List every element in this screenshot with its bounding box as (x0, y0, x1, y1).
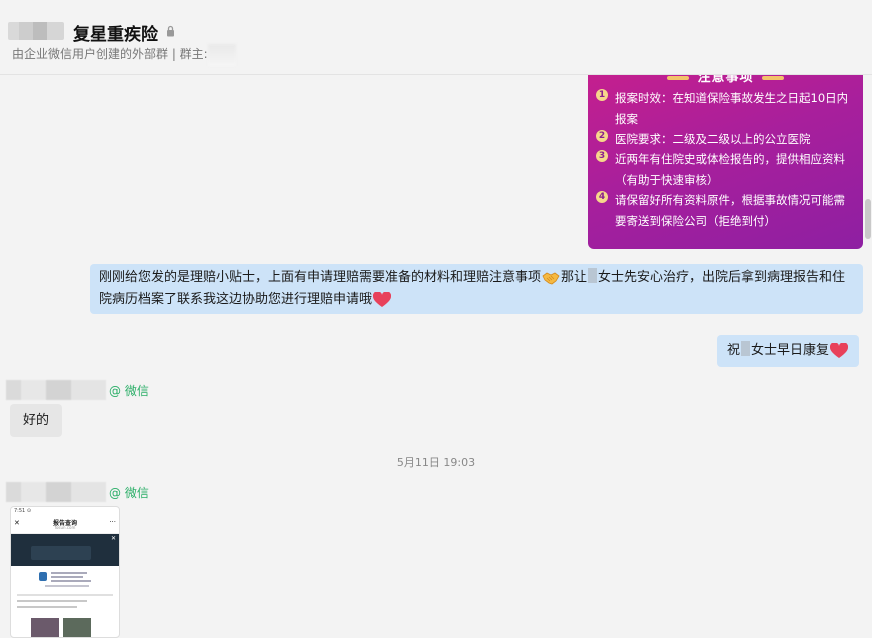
message-text: 刚刚给您发的是理赔小贴士，上面有申请理赔需要准备的材料和理赔注意事项 (99, 270, 542, 285)
poster-item-text: 请保留好所有资料原件，根据事故情况可能需要寄送到保险公司（拒绝到付） (615, 193, 845, 228)
phone-banner: ✕ (11, 534, 119, 566)
image-message-thumbnail[interactable]: 7:51 ⊙ ✕ 报告查询 fosun.com ··· ✕ (10, 506, 120, 638)
chat-subtitle: 由企业微信用户创建的外部群 | 群主: (12, 47, 208, 61)
text-line (51, 580, 91, 582)
pathology-photo (63, 618, 91, 637)
number-badge: 1 (596, 89, 608, 101)
number-badge: 4 (596, 191, 608, 203)
report-document-preview (11, 566, 119, 637)
masked-name (741, 341, 751, 356)
text-line (45, 585, 89, 587)
poster-item-text: 医院要求：二级及二级以上的公立医院 (615, 132, 811, 146)
text-line (17, 600, 87, 602)
message-timestamp: 5月11日 19:03 (396, 456, 476, 469)
handshake-emoji-icon (542, 272, 560, 284)
close-icon: ✕ (110, 535, 116, 542)
phone-status-bar: 7:51 ⊙ (14, 508, 32, 514)
banner-graphic (31, 546, 91, 560)
more-icon: ··· (109, 518, 116, 526)
message-text: 那让 (561, 270, 588, 285)
number-badge: 2 (596, 130, 608, 142)
chat-title[interactable]: 复星重疾险 (73, 20, 158, 45)
hospital-logo (39, 572, 47, 581)
heart-emoji-icon (830, 342, 849, 358)
message-bubble-other[interactable]: 好的 (10, 404, 62, 437)
owner-name-masked (208, 44, 236, 66)
number-badge: 3 (596, 150, 608, 162)
message-text: 女士早日康复 (751, 343, 830, 358)
poster-heading: 注意事项 (588, 74, 863, 85)
wechat-source-tag: @ 微信 (109, 384, 149, 398)
message-text: 好的 (22, 413, 49, 428)
sender-name-masked[interactable] (6, 380, 106, 400)
chat-scrollbar[interactable] (862, 74, 872, 626)
chat-header: 复星重疾险 由企业微信用户创建的外部群 | 群主: (0, 0, 872, 75)
phone-nav-bar: ✕ 报告查询 fosun.com ··· (11, 517, 119, 534)
claims-notice-image[interactable]: 注意事项 1 报案时效：在知道保险事故发生之日起10日内报案 2 医院要求：二级… (588, 74, 863, 249)
divider (17, 594, 113, 596)
text-line (51, 576, 83, 578)
wechat-source-tag: @ 微信 (109, 486, 149, 500)
masked-name (588, 268, 598, 283)
text-line (51, 572, 87, 574)
sender-name-masked[interactable] (6, 482, 106, 502)
text-line (17, 606, 77, 608)
lock-icon (167, 25, 174, 37)
heart-emoji-icon (373, 291, 392, 307)
message-text: 祝 (727, 343, 741, 358)
message-bubble-self[interactable]: 刚刚给您发的是理赔小贴士，上面有申请理赔需要准备的材料和理赔注意事项 那让 女士先… (90, 264, 863, 314)
scrollbar-thumb[interactable] (865, 199, 871, 239)
poster-item-text: 近两年有住院史或体检报告的，提供相应资料（有助于快速审核） (615, 152, 845, 187)
poster-item-text: 报案时效：在知道保险事故发生之日起10日内报案 (615, 91, 849, 126)
group-avatar[interactable] (8, 22, 64, 40)
pathology-photo (31, 618, 59, 637)
message-bubble-self[interactable]: 祝女士早日康复 (717, 335, 860, 367)
phone-page-url: fosun.com (54, 525, 76, 530)
